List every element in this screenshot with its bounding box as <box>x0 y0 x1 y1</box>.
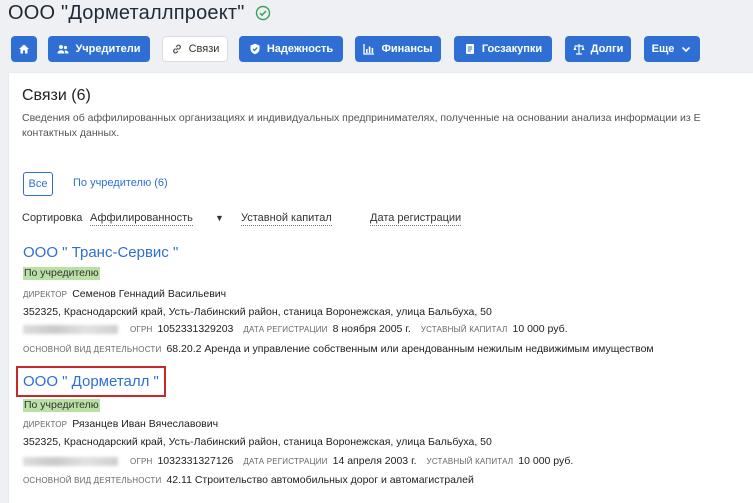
verified-check-icon <box>255 5 271 21</box>
reg-date-label: дата регистрации <box>243 325 328 334</box>
section-title: Связи (6) <box>22 87 91 104</box>
activity-label: основной вид деятельности <box>23 345 162 354</box>
tab-reliability[interactable]: Надежность <box>239 36 343 62</box>
page-header: ООО "Дорметаллпроект" <box>8 0 271 26</box>
tab-reliability-label: Надежность <box>266 43 334 55</box>
filter-by-founder-link[interactable]: По учредителю (6) <box>73 177 168 189</box>
link-icon <box>172 44 181 54</box>
capital-value: 10 000 руб. <box>518 455 574 467</box>
director-row: директор Рязанцев Иван Вячеславович <box>23 418 218 430</box>
activity-label: основной вид деятельности <box>23 476 162 485</box>
ogrn-value: 1052331329203 <box>157 323 234 335</box>
director-label: директор <box>23 290 68 299</box>
director-name[interactable]: Семенов Геннадий Васильевич <box>72 288 226 300</box>
sort-affiliation[interactable]: Аффилированность <box>90 212 193 226</box>
director-row: директор Семенов Геннадий Васильевич <box>23 288 226 300</box>
sort-capital[interactable]: Уставной капитал <box>241 212 332 226</box>
relation-badge: По учредителю <box>23 267 100 280</box>
address: 352325, Краснодарский край, Усть-Лабинск… <box>23 306 492 318</box>
document-icon <box>465 44 474 54</box>
company-title: ООО "Дорметаллпроект" <box>8 1 245 24</box>
section-description-line: Сведения об аффилированных организациях … <box>22 112 701 124</box>
reg-date-value: 14 апреля 2003 г. <box>332 455 417 467</box>
activity-row: основной вид деятельности 68.20.2 Аренда … <box>23 343 654 355</box>
tab-procurement[interactable]: Госзакупки <box>454 36 552 62</box>
reg-date-value: 8 ноября 2005 г. <box>332 323 411 335</box>
tab-founders-label: Учредители <box>75 43 141 55</box>
tab-founders[interactable]: Учредители <box>48 36 150 62</box>
registry-row: огрн 1032331327126 дата регистрации 14 апре… <box>23 455 583 467</box>
home-button[interactable] <box>11 36 37 62</box>
links-panel: Связи (6) Сведения об аффилированных орг… <box>9 73 753 503</box>
redacted-inn <box>23 456 118 466</box>
tab-finance[interactable]: Финансы <box>355 36 441 62</box>
tab-links[interactable]: Связи <box>162 36 228 62</box>
director-label: директор <box>23 420 68 429</box>
ogrn-value: 1032331327126 <box>157 455 234 467</box>
caret-down-icon[interactable]: ▼ <box>215 213 224 223</box>
redacted-inn <box>23 324 118 334</box>
chevron-down-icon <box>682 46 691 53</box>
reg-date-label: дата регистрации <box>243 457 328 466</box>
sort-reg-date[interactable]: Дата регистрации <box>370 212 462 226</box>
tab-finance-label: Финансы <box>381 43 433 55</box>
ogrn-label: огрн <box>130 325 153 334</box>
more-label: Еще <box>651 43 675 55</box>
tab-procurement-label: Госзакупки <box>481 43 543 55</box>
tab-links-label: Связи <box>188 43 220 55</box>
activity-row: основной вид деятельности 42.11 Строитель… <box>23 474 474 486</box>
address: 352325, Краснодарский край, Усть-Лабинск… <box>23 436 492 448</box>
company-link[interactable]: ООО " Транс-Сервис " <box>23 244 178 261</box>
users-icon <box>57 45 69 54</box>
capital-label: уставный капитал <box>426 457 514 466</box>
scales-icon <box>573 44 585 55</box>
ogrn-label: огрн <box>130 457 153 466</box>
activity-value: 42.11 Строительство автомобильных дорог … <box>166 474 474 486</box>
home-icon <box>19 44 29 54</box>
bar-chart-icon <box>363 44 375 55</box>
capital-label: уставный капитал <box>420 325 508 334</box>
tab-debts[interactable]: Долги <box>565 36 631 62</box>
highlight-box <box>16 366 166 397</box>
shield-icon <box>250 43 260 55</box>
activity-value: 68.20.2 Аренда и управление собственным … <box>166 343 654 355</box>
section-description-line: контактных данных. <box>22 127 120 139</box>
more-dropdown[interactable]: Еще <box>644 36 700 62</box>
director-name[interactable]: Рязанцев Иван Вячеславович <box>72 418 218 430</box>
filter-all-button[interactable]: Все <box>23 172 53 196</box>
relation-badge: По учредителю <box>23 399 100 412</box>
tab-debts-label: Долги <box>590 43 624 55</box>
sort-label: Сортировка <box>22 212 83 224</box>
section-description: Сведения об аффилированных организациях … <box>22 111 752 141</box>
registry-row: огрн 1052331329203 дата регистрации 8 ноябр… <box>23 323 578 335</box>
capital-value: 10 000 руб. <box>512 323 568 335</box>
